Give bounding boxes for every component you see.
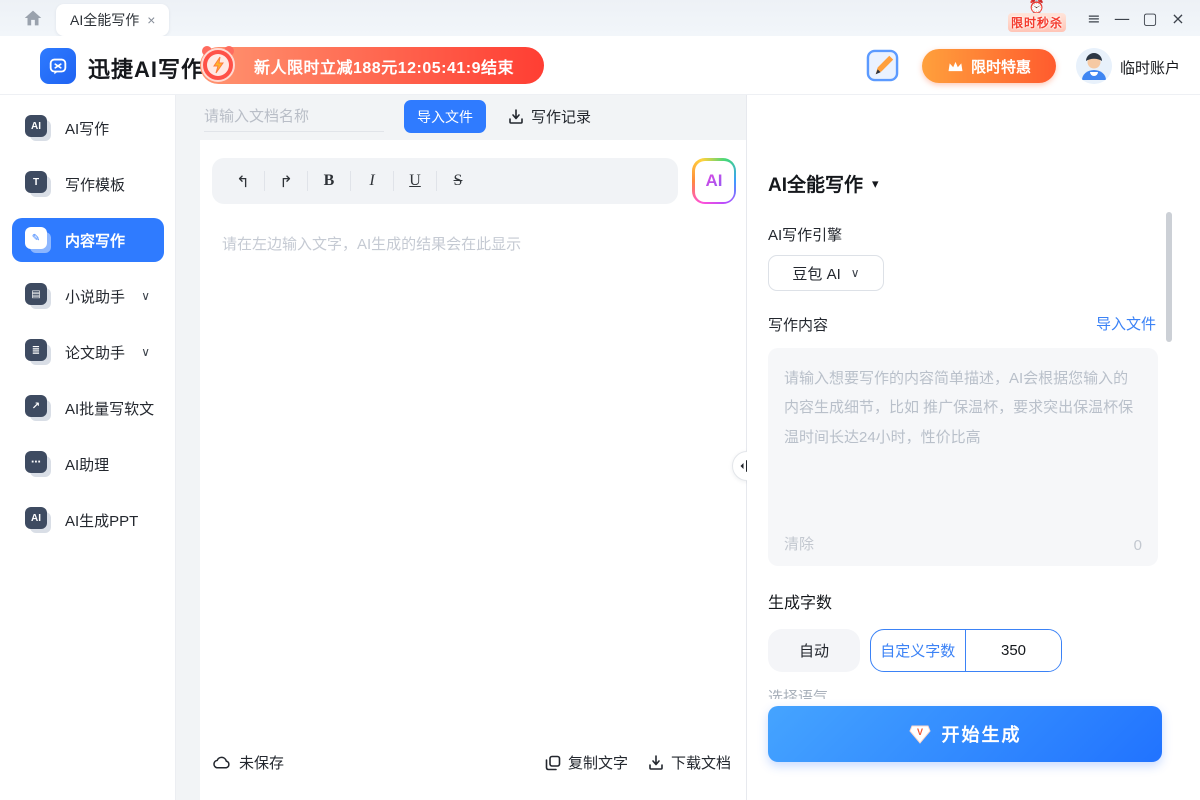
limited-deal-button[interactable]: 限时特惠 bbox=[922, 49, 1056, 83]
avatar[interactable] bbox=[1076, 48, 1112, 84]
sidebar-item-ai-ppt[interactable]: AI AI生成PPT bbox=[12, 498, 164, 542]
cloud-icon bbox=[212, 755, 231, 770]
caret-down-icon: ▾ bbox=[872, 176, 879, 192]
undo-button[interactable]: ↰ bbox=[222, 166, 264, 196]
sidebar-nav: AI AI写作 T 写作模板 ✎ 内容写作 ▤ 小说助手 ∨ ≣ 论文助 bbox=[0, 95, 176, 800]
content-textarea[interactable]: 请输入想要写作的内容简单描述，AI会根据您输入的内容生成细节，比如 推广保温杯，… bbox=[768, 348, 1158, 566]
tab-close-icon[interactable]: × bbox=[147, 12, 155, 28]
generate-button[interactable]: V 开始生成 bbox=[768, 706, 1162, 762]
writing-history-button[interactable]: 写作记录 bbox=[508, 106, 591, 127]
wordcount-label: 生成字数 bbox=[768, 589, 832, 613]
tone-label-clipped: 选择语气 bbox=[768, 686, 888, 699]
promo-banner[interactable]: 新人限时立减188元12:05:41:9结束 bbox=[200, 47, 544, 84]
paper-helper-icon: ≣ bbox=[25, 339, 51, 365]
sidebar-item-novel-helper[interactable]: ▤ 小说助手 ∨ bbox=[12, 274, 164, 318]
editor-placeholder: 请在左边输入文字，AI生成的结果会在此显示 bbox=[222, 233, 521, 254]
crown-icon bbox=[947, 59, 964, 74]
alarm-clock-icon: ⏰ bbox=[1002, 1, 1072, 13]
content-label: 写作内容 bbox=[768, 314, 828, 335]
copy-text-label: 复制文字 bbox=[568, 752, 628, 773]
char-counter: 0 bbox=[1134, 537, 1142, 554]
sidebar-item-template[interactable]: T 写作模板 bbox=[12, 162, 164, 206]
sidebar-item-label: 内容写作 bbox=[65, 230, 125, 251]
sidebar-item-label: AI写作 bbox=[65, 118, 109, 139]
svg-text:V: V bbox=[916, 727, 922, 737]
sidebar-item-ai-write[interactable]: AI AI写作 bbox=[12, 106, 164, 150]
textarea-placeholder: 请输入想要写作的内容简单描述，AI会根据您输入的内容生成细节，比如 推广保温杯，… bbox=[784, 364, 1142, 452]
download-icon bbox=[648, 755, 664, 771]
sidebar-item-content-write[interactable]: ✎ 内容写作 bbox=[12, 218, 164, 262]
sidebar-item-label: AI生成PPT bbox=[65, 510, 138, 531]
download-doc-label: 下载文档 bbox=[671, 752, 731, 773]
wordcount-input[interactable] bbox=[966, 630, 1061, 671]
home-icon[interactable] bbox=[22, 7, 44, 29]
minimize-button[interactable]: — bbox=[1110, 6, 1134, 30]
deal-label: 限时特惠 bbox=[971, 56, 1031, 77]
save-status-label: 未保存 bbox=[239, 752, 284, 773]
download-doc-button[interactable]: 下载文档 bbox=[648, 752, 731, 773]
promo-text: 新人限时立减188元12:05:41:9结束 bbox=[254, 54, 514, 78]
chevron-down-icon: ∨ bbox=[851, 266, 860, 280]
copy-icon bbox=[545, 755, 561, 771]
panel-import-file-link[interactable]: 导入文件 bbox=[1096, 313, 1156, 334]
chevron-down-icon: ∨ bbox=[141, 345, 150, 359]
italic-button[interactable]: I bbox=[351, 166, 393, 196]
window-titlebar: AI全能写作 × ⏰ 限时秒杀 ≡ — ▢ × bbox=[0, 0, 1200, 36]
account-name[interactable]: 临时账户 bbox=[1120, 57, 1180, 78]
copy-text-button[interactable]: 复制文字 bbox=[545, 752, 628, 773]
ai-assistant-icon: ⋯ bbox=[25, 451, 51, 477]
doc-name-input[interactable] bbox=[204, 102, 384, 132]
bold-button[interactable]: B bbox=[308, 166, 350, 196]
maximize-button[interactable]: ▢ bbox=[1138, 6, 1162, 30]
sidebar-item-label: AI助理 bbox=[65, 454, 109, 475]
ai-write-icon: AI bbox=[25, 115, 51, 141]
chevron-down-icon: ∨ bbox=[141, 289, 150, 303]
tab-ai-writing[interactable]: AI全能写作 × bbox=[56, 4, 169, 36]
sidebar-item-paper-helper[interactable]: ≣ 论文助手 ∨ bbox=[12, 330, 164, 374]
promo-alarm-clock-icon bbox=[195, 41, 241, 87]
ai-ppt-icon: AI bbox=[25, 507, 51, 533]
template-icon: T bbox=[25, 171, 51, 197]
sidebar-item-label: 论文助手 bbox=[65, 342, 125, 363]
auto-wordcount-button[interactable]: 自动 bbox=[768, 629, 860, 672]
custom-wordcount-control: 自定义字数 bbox=[870, 629, 1062, 672]
generate-label: 开始生成 bbox=[942, 721, 1022, 747]
download-tray-icon bbox=[508, 109, 524, 125]
novel-helper-icon: ▤ bbox=[25, 283, 51, 309]
custom-wordcount-button[interactable]: 自定义字数 bbox=[871, 630, 965, 671]
format-toolbar: ↰ ↱ B I U S bbox=[212, 158, 678, 204]
underline-button[interactable]: U bbox=[394, 166, 436, 196]
app-logo-icon bbox=[40, 48, 76, 84]
clear-button[interactable]: 清除 bbox=[784, 533, 814, 554]
sidebar-item-label: 写作模板 bbox=[65, 174, 125, 195]
tab-title: AI全能写作 bbox=[70, 10, 139, 30]
sidebar-item-ai-assistant[interactable]: ⋯ AI助理 bbox=[12, 442, 164, 486]
writing-history-label: 写作记录 bbox=[531, 106, 591, 127]
close-button[interactable]: × bbox=[1166, 6, 1190, 30]
gem-icon: V bbox=[909, 724, 931, 744]
engine-label: AI写作引擎 bbox=[768, 224, 842, 245]
engine-value: 豆包 AI bbox=[792, 263, 840, 284]
sidebar-item-label: AI批量写软文 bbox=[65, 398, 154, 419]
app-title: 迅捷AI写作 bbox=[88, 52, 204, 84]
strikethrough-button[interactable]: S bbox=[437, 166, 479, 196]
panel-mode-selector[interactable]: AI全能写作 ▾ bbox=[768, 170, 879, 197]
batch-article-icon: ↗ bbox=[25, 395, 51, 421]
menu-icon[interactable]: ≡ bbox=[1082, 6, 1106, 30]
panel-title-label: AI全能写作 bbox=[768, 170, 863, 197]
content-write-icon: ✎ bbox=[25, 227, 51, 253]
ai-badge-label: AI bbox=[706, 171, 723, 191]
save-status: 未保存 bbox=[212, 752, 284, 773]
flash-sale-label: 限时秒杀 bbox=[1008, 13, 1066, 32]
redo-button[interactable]: ↱ bbox=[265, 166, 307, 196]
sidebar-item-batch-article[interactable]: ↗ AI批量写软文 bbox=[12, 386, 164, 430]
panel-scrollbar[interactable] bbox=[1166, 212, 1172, 342]
ai-assistant-badge[interactable]: AI bbox=[692, 158, 736, 204]
sidebar-item-label: 小说助手 bbox=[65, 286, 125, 307]
engine-dropdown[interactable]: 豆包 AI ∨ bbox=[768, 255, 884, 291]
import-file-button[interactable]: 导入文件 bbox=[404, 100, 486, 133]
flash-sale-badge[interactable]: ⏰ 限时秒杀 bbox=[1002, 1, 1072, 35]
notepad-pencil-icon[interactable] bbox=[866, 49, 899, 82]
